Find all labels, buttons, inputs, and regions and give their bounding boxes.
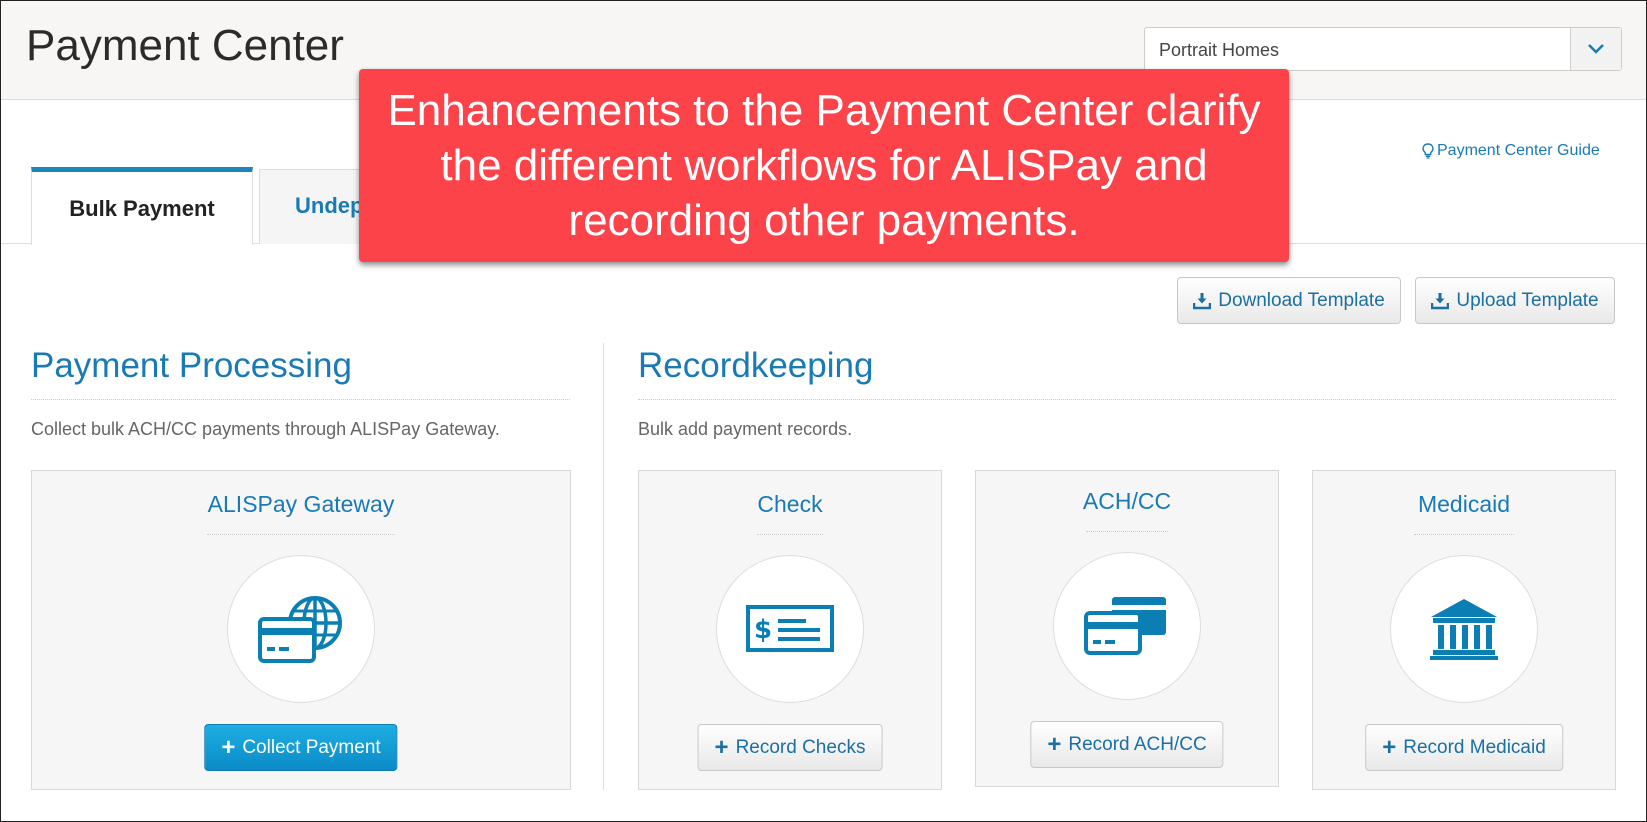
medicaid-card: Medicaid + Record Medicaid xyxy=(1312,470,1616,790)
card-title-rule xyxy=(1086,531,1168,533)
svg-text:$: $ xyxy=(754,615,772,645)
guide-link-label: Payment Center Guide xyxy=(1437,142,1600,159)
community-select[interactable]: Portrait Homes xyxy=(1144,27,1622,71)
recordkeeping-description: Bulk add payment records. xyxy=(638,419,853,439)
payment-center-guide-link[interactable]: Payment Center Guide xyxy=(1422,142,1600,160)
card-title: Medicaid xyxy=(1417,491,1511,517)
record-ach-cc-label: Record ACH/CC xyxy=(1068,733,1207,755)
card-title: ACH/CC xyxy=(1082,488,1172,514)
alispay-gateway-card: ALISPay Gateway + Collect Payment xyxy=(31,470,571,790)
upload-icon xyxy=(1431,292,1450,309)
record-medicaid-button[interactable]: + Record Medicaid xyxy=(1365,724,1563,771)
annotation-callout: Enhancements to the Payment Center clari… xyxy=(359,69,1289,262)
callout-text: Enhancements to the Payment Center clari… xyxy=(387,86,1261,245)
recordkeeping-rule xyxy=(638,399,1616,401)
ach-cc-card: ACH/CC + Record ACH/CC xyxy=(975,470,1279,787)
payment-processing-heading: Payment Processing xyxy=(31,346,352,385)
plus-icon: + xyxy=(1047,730,1062,758)
record-checks-button[interactable]: + Record Checks xyxy=(697,724,883,771)
card-icon-circle xyxy=(227,555,375,703)
recordkeeping-heading: Recordkeeping xyxy=(638,346,874,385)
collect-payment-label: Collect Payment xyxy=(242,736,381,758)
card-icon-circle: $ xyxy=(716,555,864,703)
upload-template-label: Upload Template xyxy=(1456,289,1599,311)
tab-label: Undep xyxy=(295,193,364,218)
record-checks-label: Record Checks xyxy=(735,736,866,758)
community-select-value: Portrait Homes xyxy=(1159,40,1280,60)
card-title: ALISPay Gateway xyxy=(207,491,395,517)
page-title: Payment Center xyxy=(26,21,344,70)
check-card: Check $ + Record Checks xyxy=(638,470,942,790)
lightbulb-icon xyxy=(1422,143,1434,159)
section-divider xyxy=(603,343,604,790)
card-title-rule xyxy=(207,534,395,536)
tab-label: Bulk Payment xyxy=(69,195,215,221)
bank-icon xyxy=(1430,599,1498,660)
download-template-button[interactable]: Download Template xyxy=(1177,277,1401,324)
tab-bulk-payment[interactable]: Bulk Payment xyxy=(31,167,253,245)
card-title-rule xyxy=(1414,534,1514,536)
record-medicaid-label: Record Medicaid xyxy=(1403,736,1546,758)
plus-icon: + xyxy=(714,733,729,761)
card-icon-circle xyxy=(1053,552,1201,700)
chevron-down-icon[interactable] xyxy=(1570,28,1621,70)
plus-icon: + xyxy=(221,733,236,761)
credit-card-globe-icon xyxy=(258,596,342,663)
payment-processing-rule xyxy=(31,399,570,401)
card-title: Check xyxy=(757,491,823,517)
check-icon: $ xyxy=(746,605,834,652)
download-template-label: Download Template xyxy=(1218,289,1385,311)
credit-cards-icon xyxy=(1084,597,1166,655)
payment-processing-description: Collect bulk ACH/CC payments through ALI… xyxy=(31,419,500,439)
card-icon-circle xyxy=(1390,555,1538,703)
card-title-rule xyxy=(757,534,823,536)
collect-payment-button[interactable]: + Collect Payment xyxy=(204,724,398,771)
download-icon xyxy=(1193,292,1212,309)
record-ach-cc-button[interactable]: + Record ACH/CC xyxy=(1030,721,1224,768)
plus-icon: + xyxy=(1382,733,1397,761)
upload-template-button[interactable]: Upload Template xyxy=(1415,277,1615,324)
